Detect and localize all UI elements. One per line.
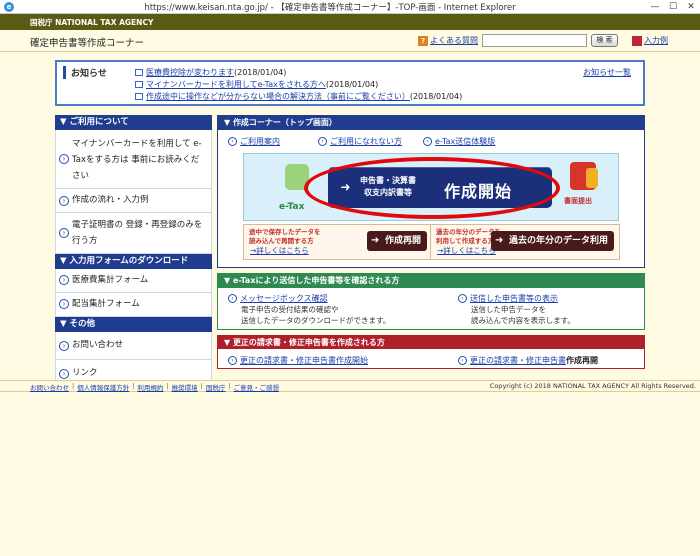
close-button[interactable]: ✕ [682,2,700,12]
etax-panel-heading: ▼ e-Taxにより送信した申告書等を確認される方 [218,274,644,288]
news-box: お知らせ 医療費控除が変わります (2018/01/04) マイナンバーカードを… [55,60,645,106]
sidebar-item-medical-form[interactable]: › 医療費集計フォーム [55,269,212,293]
search-button[interactable]: 検 索 [591,34,618,47]
window-title: https://www.keisan.nta.go.jp/ - 【確定申告書等作… [144,2,516,13]
highlight-circle [304,157,560,219]
minimize-button[interactable]: — [646,2,664,12]
sidebar-heading-other: ▼ その他 [55,317,212,332]
not-available-link[interactable]: › ご利用になれない方 [318,136,402,147]
window-icon [135,69,143,76]
resume-details-link[interactable]: →詳しくはこちら [250,245,309,256]
past-data-box: 過去の年分のデータを 利用して作成する方 ➜ 過去の年分のデータ利用 →詳しくは… [430,224,620,260]
window-icon [135,81,143,88]
sidebar-item-dividend-form[interactable]: › 配当集計フォーム [55,293,212,317]
arrow-circle-icon: › [59,299,69,309]
panel-heading: ▼ 作成コーナー（トップ画面） [218,116,644,130]
sidebar-heading-usage: ▼ ご利用について [55,115,212,130]
sidebar-item-certificate[interactable]: › 電子証明書の 登録・再登録のみを行う方 [55,213,212,254]
arrow-right-icon: ➜ [494,235,504,246]
sidebar-item-mynumber[interactable]: › マイナンバーカードを利用して e-Taxをする方は 事前にお読みください [55,130,212,189]
footer-link-feedback[interactable]: ご意見・ご感想 [234,382,280,392]
correction-panel: ▼ 更正の請求書・修正申告書を作成される方 › 更正の請求書・修正申告書作成開始… [217,335,645,369]
faq-link[interactable]: ? よくある質問 [418,35,478,46]
sent-display-link[interactable]: › 送信した申告書等の表示 [458,293,575,304]
sidebar-heading-download: ▼ 入力用フォームのダウンロード [55,254,212,269]
arrow-circle-icon: › [59,196,69,206]
footer-link-terms[interactable]: 利用規約 [137,382,163,392]
correction-panel-heading: ▼ 更正の請求書・修正申告書を作成される方 [218,336,644,349]
ie-icon: e [4,1,14,12]
correction-resume-link[interactable]: › 更正の請求書・修正申告書 作成再開 [458,355,598,366]
footer-link-contact[interactable]: お問い合わせ [30,382,69,392]
message-box-link[interactable]: › メッセージボックス確認 [228,293,390,304]
etax-confirm-panel: ▼ e-Taxにより送信した申告書等を確認される方 › メッセージボックス確認 … [217,273,645,330]
footer-link-nta[interactable]: 国税庁 [206,382,226,392]
news-list-link[interactable]: お知らせ一覧 [583,67,631,78]
news-item: 作成途中に操作などが分からない場合の解決方法（事前にご覧ください） (2018/… [135,91,462,102]
copyright: Copyright (c) 2018 NATIONAL TAX AGENCY A… [489,382,696,390]
arrow-circle-icon: › [318,137,327,146]
arrow-circle-icon: › [59,154,69,164]
create-corner-panel: ▼ 作成コーナー（トップ画面） › ご利用案内 › ご利用になれない方 › e-… [217,115,645,268]
browser-titlebar: e https://www.keisan.nta.go.jp/ - 【確定申告書… [0,0,700,14]
paper-submission-illustration: 書面提出 [564,162,604,212]
question-icon: ? [418,35,428,46]
arrow-circle-icon: › [228,356,237,365]
arrow-circle-icon: › [59,341,69,351]
sidebar: ▼ ご利用について › マイナンバーカードを利用して e-Taxをする方は 事前… [55,115,212,388]
arrow-circle-icon: › [59,275,69,285]
window-controls: — ☐ ✕ [646,2,700,12]
arrow-circle-icon: › [228,294,237,303]
footer: お問い合わせ | 個人情報保護方針 | 利用規約 | 推奨環境 | 国税庁 | ご意見・ご… [0,380,700,392]
agency-logo[interactable]: 国税庁 NATIONAL TAX AGENCY [30,17,153,28]
arrow-circle-icon: › [59,228,69,238]
arrow-circle-icon: › [228,137,237,146]
window-icon [135,93,143,100]
search-input[interactable] [482,34,587,47]
agency-header: 国税庁 NATIONAL TAX AGENCY [0,14,700,30]
message-box-section: › メッセージボックス確認 電子申告の受付結果の確認や 送信したデータのダウンロ… [228,293,390,326]
input-example-link[interactable]: 入力例 [632,35,668,46]
news-item: 医療費控除が変わります (2018/01/04) [135,67,286,78]
site-header: 確定申告書等作成コーナー ? よくある質問 検 索 入力例 [0,30,700,52]
news-label: お知らせ [63,66,107,79]
figure-icon [586,168,598,188]
resume-button[interactable]: ➜ 作成再開 [366,231,427,251]
footer-link-privacy[interactable]: 個人情報保護方針 [77,382,129,392]
arrow-right-icon: ➜ [370,235,380,246]
usage-guide-link[interactable]: › ご利用案内 [228,136,280,147]
maximize-button[interactable]: ☐ [664,2,682,12]
site-title[interactable]: 確定申告書等作成コーナー [30,35,144,49]
arrow-circle-icon: › [423,137,432,146]
footer-link-environment[interactable]: 推奨環境 [172,382,198,392]
etax-trial-link[interactable]: › e-Tax送信体験版 [423,136,495,147]
past-data-button[interactable]: ➜ 過去の年分のデータ利用 [490,231,614,251]
sidebar-item-contact[interactable]: › お問い合わせ [55,332,212,360]
resume-box: 途中で保存したデータを 読み込んで再開する方 ➜ 作成再開 →詳しくはこちら [243,224,433,260]
past-details-link[interactable]: →詳しくはこちら [437,245,496,256]
correction-start-link[interactable]: › 更正の請求書・修正申告書作成開始 [228,355,368,366]
sent-display-section: › 送信した申告書等の表示 送信した申告データを 読み込んで内容を表示します。 [458,293,575,326]
arrow-circle-icon: › [458,294,467,303]
footer-links: お問い合わせ | 個人情報保護方針 | 利用規約 | 推奨環境 | 国税庁 | ご意見・ご… [30,382,280,392]
arrow-circle-icon: › [458,356,467,365]
news-item: マイナンバーカードを利用してe-Taxをされる方へ (2018/01/04) [135,79,378,90]
book-icon [632,35,642,46]
sidebar-item-flow[interactable]: › 作成の流れ・入力例 [55,189,212,213]
start-hero: e-Tax ➜ 申告書・決算書 収支内訳書等 作成開始 書面提出 [243,153,619,221]
panel-links: › ご利用案内 › ご利用になれない方 › e-Tax送信体験版 [218,130,644,152]
arrow-circle-icon: › [59,369,69,379]
